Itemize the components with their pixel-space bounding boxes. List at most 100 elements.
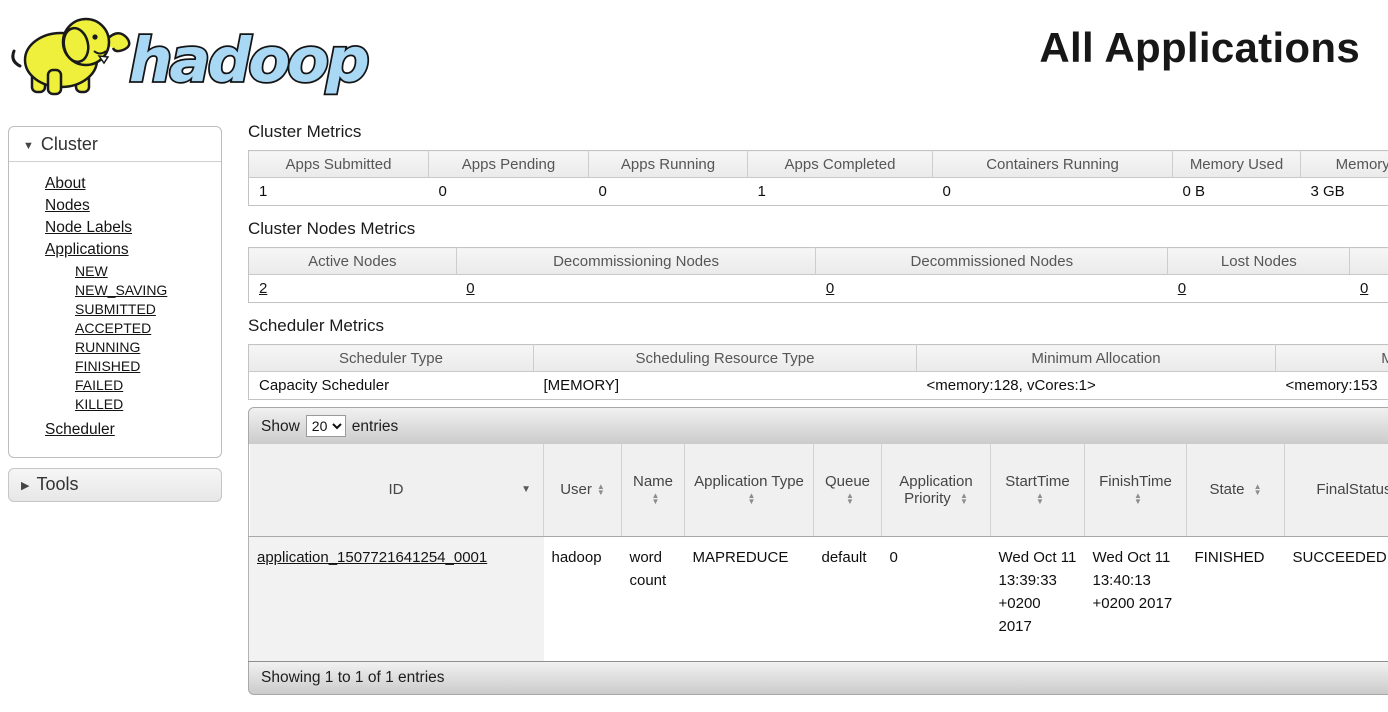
cluster-metrics-value-row: 1 0 0 1 0 0 B 3 GB xyxy=(249,178,1388,206)
sidebar-item-new: NEW xyxy=(75,262,221,281)
application-row: application_1507721641254_0001 hadoop wo… xyxy=(249,536,1388,661)
show-label: Show xyxy=(261,418,300,435)
sidebar-item-failed: FAILED xyxy=(75,376,221,395)
col-header-application-priority[interactable]: Application Priority xyxy=(882,444,991,536)
app-finalstatus-cell: SUCCEEDED xyxy=(1285,536,1388,661)
sort-icon xyxy=(1254,484,1262,496)
cluster-metrics-header-row: Apps Submitted Apps Pending Apps Running… xyxy=(249,151,1388,178)
sort-desc-icon xyxy=(521,484,531,495)
sort-icon xyxy=(652,493,660,505)
sidebar-item-accepted: ACCEPTED xyxy=(75,319,221,338)
cutoff-nodes-value: 0 xyxy=(1350,275,1388,303)
app-states-list: NEW NEW_SAVING SUBMITTED ACCEPTED RUNNIN… xyxy=(45,260,221,418)
col-header-id-label: ID xyxy=(389,481,404,498)
state-finished-link[interactable]: FINISHED xyxy=(75,358,140,374)
scheduler-metrics-heading: Scheduler Metrics xyxy=(248,316,1388,336)
col-header-apps-running: Apps Running xyxy=(589,151,748,178)
state-running-link[interactable]: RUNNING xyxy=(75,339,140,355)
col-header-decommissioned-nodes: Decommissioned Nodes xyxy=(816,248,1168,275)
sidebar-item-node-labels: Node Labels xyxy=(45,217,221,238)
col-header-queue-label: Queue xyxy=(825,473,870,490)
caret-right-icon: ▶ xyxy=(21,479,29,492)
memory-total-value: 3 GB xyxy=(1301,178,1388,206)
col-header-finalstatus[interactable]: FinalStatus xyxy=(1285,444,1388,536)
state-failed-link[interactable]: FAILED xyxy=(75,377,123,393)
col-header-user[interactable]: User xyxy=(544,444,622,536)
memory-used-value: 0 B xyxy=(1173,178,1301,206)
state-new-link[interactable]: NEW xyxy=(75,263,108,279)
decommissioned-nodes-link[interactable]: 0 xyxy=(826,280,834,297)
applications-datatable: Show 20 entries ID User Name Application T… xyxy=(248,407,1388,695)
col-header-apps-submitted: Apps Submitted xyxy=(249,151,429,178)
caret-down-icon: ▼ xyxy=(23,140,34,152)
active-nodes-value: 2 xyxy=(249,275,457,303)
sort-icon xyxy=(846,493,854,505)
applications-link[interactable]: Applications xyxy=(45,241,129,258)
sidebar-item-scheduler: Scheduler xyxy=(45,419,221,440)
lost-nodes-link[interactable]: 0 xyxy=(1178,280,1186,297)
apps-table-header-row: ID User Name Application Type Queue Appl… xyxy=(249,444,1388,536)
state-new-saving-link[interactable]: NEW_SAVING xyxy=(75,282,167,298)
scheduler-metrics-table: Scheduler Type Scheduling Resource Type … xyxy=(248,344,1388,400)
tools-section-header[interactable]: ▶Tools xyxy=(8,468,222,502)
state-accepted-link[interactable]: ACCEPTED xyxy=(75,320,151,336)
page-size-select[interactable]: 20 xyxy=(306,415,346,437)
col-header-memory-total: Memory Total xyxy=(1301,151,1388,178)
cutoff-nodes-link[interactable]: 0 xyxy=(1360,280,1368,297)
col-header-finalstatus-label: FinalStatus xyxy=(1316,481,1388,498)
node-labels-link[interactable]: Node Labels xyxy=(45,219,132,236)
apps-submitted-value: 1 xyxy=(249,178,429,206)
sidebar-item-applications: Applications NEW NEW_SAVING SUBMITTED AC… xyxy=(45,239,221,418)
cluster-section-header[interactable]: ▼Cluster xyxy=(9,127,221,162)
nodes-link[interactable]: Nodes xyxy=(45,197,90,214)
col-header-finishtime[interactable]: FinishTime xyxy=(1085,444,1187,536)
sidebar-item-submitted: SUBMITTED xyxy=(75,300,221,319)
col-header-maximum-allocation: Maximum Allocation xyxy=(1276,345,1388,372)
app-starttime-cell: Wed Oct 11 13:39:33 +0200 2017 xyxy=(991,536,1085,661)
apps-pending-value: 0 xyxy=(429,178,589,206)
col-header-id[interactable]: ID xyxy=(249,444,544,536)
col-header-name-label: Name xyxy=(633,473,673,490)
col-header-scheduling-resource-type: Scheduling Resource Type xyxy=(534,345,917,372)
col-header-active-nodes: Active Nodes xyxy=(249,248,457,275)
col-header-finishtime-label: FinishTime xyxy=(1099,473,1172,490)
sort-icon xyxy=(597,484,605,496)
col-header-scheduler-type: Scheduler Type xyxy=(249,345,534,372)
table-info-text: Showing 1 to 1 of 1 entries xyxy=(261,669,445,686)
entries-label: entries xyxy=(352,418,399,435)
main-content: Cluster Metrics Apps Submitted Apps Pend… xyxy=(248,122,1388,695)
decommissioning-nodes-link[interactable]: 0 xyxy=(466,280,474,297)
logo-text: hadoop xyxy=(129,25,368,96)
nodes-metrics-header-row: Active Nodes Decommissioning Nodes Decom… xyxy=(249,248,1388,275)
col-header-state[interactable]: State xyxy=(1187,444,1285,536)
sidebar-item-running: RUNNING xyxy=(75,338,221,357)
state-killed-link[interactable]: KILLED xyxy=(75,396,123,412)
sort-icon xyxy=(960,493,968,505)
col-header-application-type[interactable]: Application Type xyxy=(685,444,814,536)
col-header-starttime-label: StartTime xyxy=(1005,473,1069,490)
sidebar-item-new-saving: NEW_SAVING xyxy=(75,281,221,300)
cluster-nodes-metrics-table: Active Nodes Decommissioning Nodes Decom… xyxy=(248,247,1388,303)
col-header-queue[interactable]: Queue xyxy=(814,444,882,536)
apps-table: ID User Name Application Type Queue Appl… xyxy=(248,444,1388,662)
apps-completed-value: 1 xyxy=(748,178,933,206)
scheduler-type-value: Capacity Scheduler xyxy=(249,372,534,400)
app-type-cell: MAPREDUCE xyxy=(685,536,814,661)
scheduler-link[interactable]: Scheduler xyxy=(45,421,115,438)
col-header-minimum-allocation: Minimum Allocation xyxy=(917,345,1276,372)
state-submitted-link[interactable]: SUBMITTED xyxy=(75,301,156,317)
yarn-all-applications-page: hadoop All Applications ▼Cluster About N… xyxy=(0,0,1388,712)
col-header-name[interactable]: Name xyxy=(622,444,685,536)
col-header-starttime[interactable]: StartTime xyxy=(991,444,1085,536)
sidebar-item-about: About xyxy=(45,173,221,194)
cluster-nodes-metrics-heading: Cluster Nodes Metrics xyxy=(248,219,1388,239)
app-id-cell: application_1507721641254_0001 xyxy=(249,536,544,661)
active-nodes-link[interactable]: 2 xyxy=(259,280,267,297)
minimum-allocation-value: <memory:128, vCores:1> xyxy=(917,372,1276,400)
col-header-state-label: State xyxy=(1209,481,1244,498)
about-link[interactable]: About xyxy=(45,175,86,192)
app-id-link[interactable]: application_1507721641254_0001 xyxy=(257,549,487,566)
cluster-metrics-heading: Cluster Metrics xyxy=(248,122,1388,142)
col-header-apps-completed: Apps Completed xyxy=(748,151,933,178)
sidebar-item-killed: KILLED xyxy=(75,395,221,414)
